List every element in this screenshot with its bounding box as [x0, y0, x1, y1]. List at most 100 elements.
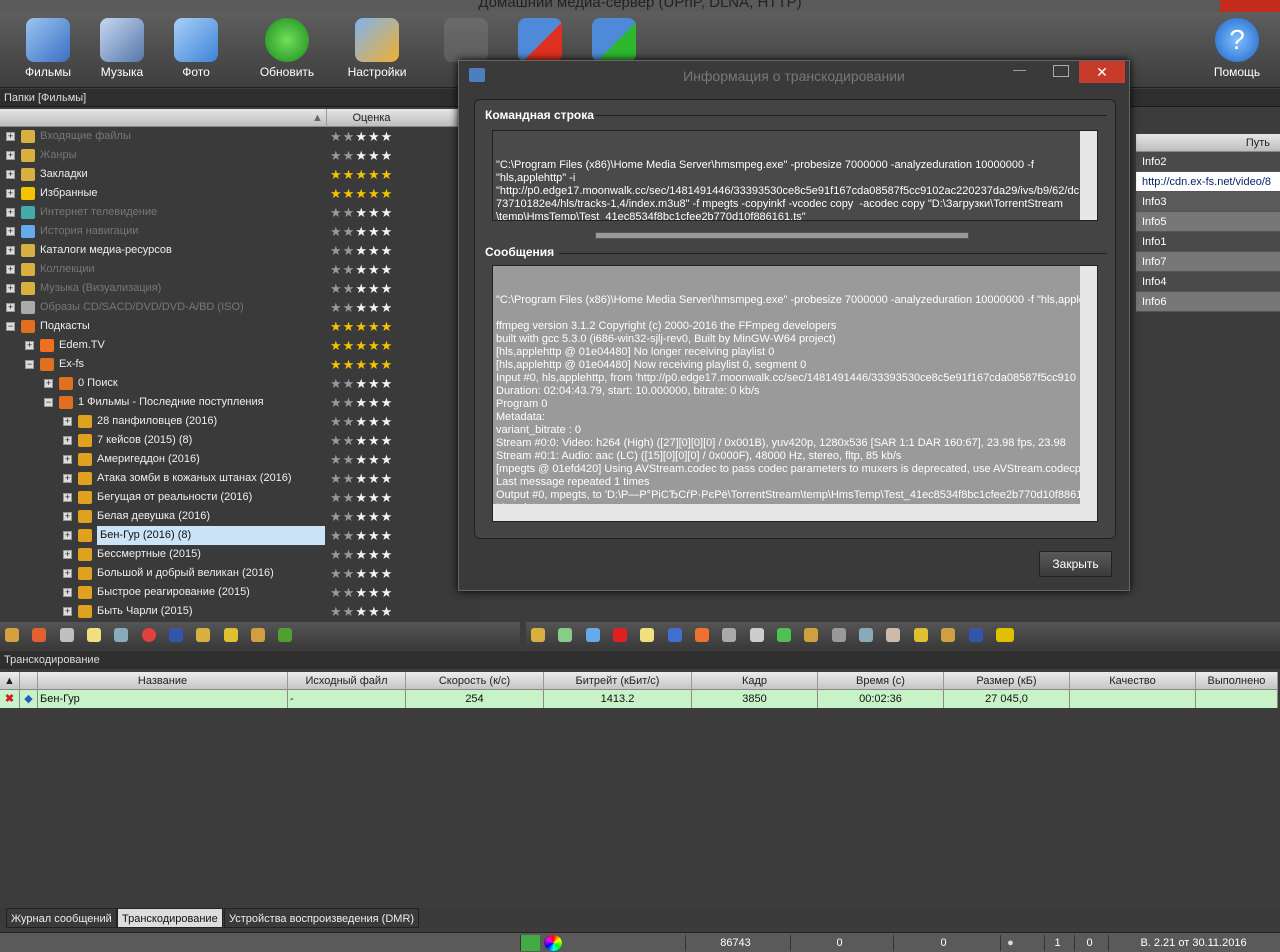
- rating-stars[interactable]: ★★★★★: [330, 564, 393, 583]
- grid-row[interactable]: http://cdn.ex-fs.net/video/8: [1136, 172, 1280, 192]
- rating-stars[interactable]: ★★★★★: [330, 488, 393, 507]
- expander-icon[interactable]: +: [63, 531, 72, 540]
- star-icon[interactable]: ★: [343, 471, 356, 486]
- star-icon[interactable]: ★: [368, 490, 381, 505]
- star-icon[interactable]: ★: [330, 205, 343, 220]
- refresh-small-icon[interactable]: [585, 628, 600, 642]
- tree-item[interactable]: + Быть Чарли (2015) ★★★★★: [0, 602, 480, 621]
- star-icon[interactable]: ★: [368, 528, 381, 543]
- star-icon[interactable]: ★: [330, 243, 343, 258]
- star-icon[interactable]: ★: [381, 414, 394, 429]
- star-icon[interactable]: ★: [330, 376, 343, 391]
- star-icon[interactable]: ★: [381, 433, 394, 448]
- grid-row[interactable]: Info2: [1136, 152, 1280, 172]
- expander-icon[interactable]: +: [6, 208, 15, 217]
- star-icon[interactable]: ★: [368, 566, 381, 581]
- star-icon[interactable]: ★: [368, 129, 381, 144]
- weather-small-icon[interactable]: [640, 628, 655, 642]
- star-icon[interactable]: ★: [381, 452, 394, 467]
- close-button[interactable]: Закрыть: [1039, 551, 1112, 577]
- star-icon[interactable]: ★: [330, 262, 343, 277]
- rating-stars[interactable]: ★★★★★: [330, 184, 393, 203]
- star-icon[interactable]: ★: [381, 300, 394, 315]
- star-icon[interactable]: ★: [343, 452, 356, 467]
- expander-icon[interactable]: +: [63, 455, 72, 464]
- tree-item[interactable]: + Входящие файлы ★★★★★: [0, 127, 480, 146]
- star-icon[interactable]: ★: [355, 395, 368, 410]
- star-icon[interactable]: ★: [355, 224, 368, 239]
- expander-icon[interactable]: +: [63, 512, 72, 521]
- refresh-button[interactable]: Обновить: [251, 18, 323, 88]
- messages-vscroll[interactable]: [1080, 266, 1097, 504]
- star-icon[interactable]: ★: [381, 224, 394, 239]
- star-icon[interactable]: ★: [355, 414, 368, 429]
- star-icon[interactable]: ★: [355, 281, 368, 296]
- rating-stars[interactable]: ★★★★★: [330, 298, 393, 317]
- tree-item[interactable]: + Каталоги медиа-ресурсов ★★★★★: [0, 241, 480, 260]
- star-icon[interactable]: ★: [381, 167, 394, 182]
- media-icon[interactable]: [722, 628, 737, 642]
- star-icon[interactable]: ★: [343, 224, 356, 239]
- key-small-icon[interactable]: [913, 628, 928, 642]
- transcoding-row[interactable]: ✖ ◆ Бен-Гур - 254 1413.2 3850 00:02:36 2…: [0, 690, 1278, 708]
- messages-textbox[interactable]: "C:\Program Files (x86)\Home Media Serve…: [492, 265, 1098, 522]
- tree-item[interactable]: + Бен-Гур (2016) (8) ★★★★★: [0, 526, 480, 545]
- star-icon[interactable]: ★: [355, 205, 368, 220]
- window-close-button[interactable]: [1220, 0, 1280, 12]
- star-icon[interactable]: ★: [343, 585, 356, 600]
- rating-stars[interactable]: ★★★★★: [330, 146, 393, 165]
- star-icon[interactable]: ★: [330, 281, 343, 296]
- star-icon[interactable]: ★: [330, 186, 343, 201]
- star-icon[interactable]: ★: [343, 357, 356, 372]
- rating-stars[interactable]: ★★★★★: [330, 317, 393, 336]
- expander-icon[interactable]: −: [44, 398, 53, 407]
- dialog-maximize-button[interactable]: [1053, 65, 1069, 77]
- tree-icon[interactable]: [278, 628, 293, 642]
- expander-icon[interactable]: −: [25, 360, 34, 369]
- star-icon[interactable]: ★: [381, 338, 394, 353]
- rating-stars[interactable]: ★★★★★: [330, 374, 393, 393]
- star-icon[interactable]: ★: [355, 471, 368, 486]
- star-icon[interactable]: ★: [381, 566, 394, 581]
- save-small-icon[interactable]: [968, 628, 983, 642]
- tree-item[interactable]: + Быстрое реагирование (2015) ★★★★★: [0, 583, 480, 602]
- expander-icon[interactable]: +: [6, 132, 15, 141]
- rating-stars[interactable]: ★★★★★: [330, 393, 393, 412]
- open-icon[interactable]: [531, 628, 545, 642]
- tree-item[interactable]: − Подкасты ★★★★★: [0, 317, 480, 336]
- star-icon[interactable]: ★: [355, 300, 368, 315]
- save-icon[interactable]: [169, 628, 184, 642]
- tree-item[interactable]: + Бессмертные (2015) ★★★★★: [0, 545, 480, 564]
- tree-item[interactable]: + Коллекции ★★★★★: [0, 260, 480, 279]
- grid-row[interactable]: Info6: [1136, 292, 1280, 312]
- rating-stars[interactable]: ★★★★★: [330, 412, 393, 431]
- star-icon[interactable]: ★: [381, 604, 394, 619]
- star-icon[interactable]: ★: [330, 528, 343, 543]
- star-icon[interactable]: ★: [355, 585, 368, 600]
- properties-icon[interactable]: [59, 628, 74, 642]
- star-icon[interactable]: ★: [343, 566, 356, 581]
- star-icon[interactable]: ★: [368, 585, 381, 600]
- command-line-vscroll[interactable]: [1080, 131, 1097, 220]
- star-icon[interactable]: ★: [330, 357, 343, 372]
- star-icon[interactable]: ★: [343, 300, 356, 315]
- weather-icon[interactable]: [87, 628, 102, 642]
- dialog-minimize-button[interactable]: —: [1013, 63, 1033, 76]
- star-icon[interactable]: ★: [355, 319, 368, 334]
- add-folder-icon[interactable]: [5, 628, 19, 642]
- expander-icon[interactable]: +: [25, 341, 34, 350]
- star-icon[interactable]: ★: [381, 547, 394, 562]
- star-icon[interactable]: ★: [355, 148, 368, 163]
- star-icon[interactable]: ★: [343, 509, 356, 524]
- tree-item[interactable]: −1 Фильмы - Последние поступления ★★★★★: [0, 393, 480, 412]
- col-sort[interactable]: ▲: [0, 672, 20, 690]
- rating-stars[interactable]: ★★★★★: [330, 203, 393, 222]
- col-done[interactable]: Выполнено: [1196, 672, 1278, 690]
- star-icon[interactable]: ★: [343, 148, 356, 163]
- star-icon[interactable]: ★: [330, 433, 343, 448]
- star-icon[interactable]: ★: [355, 186, 368, 201]
- col-source[interactable]: Исходный файл: [288, 672, 406, 690]
- grid-row[interactable]: Info7: [1136, 252, 1280, 272]
- messages-hscroll[interactable]: [493, 504, 1097, 521]
- expander-icon[interactable]: +: [63, 417, 72, 426]
